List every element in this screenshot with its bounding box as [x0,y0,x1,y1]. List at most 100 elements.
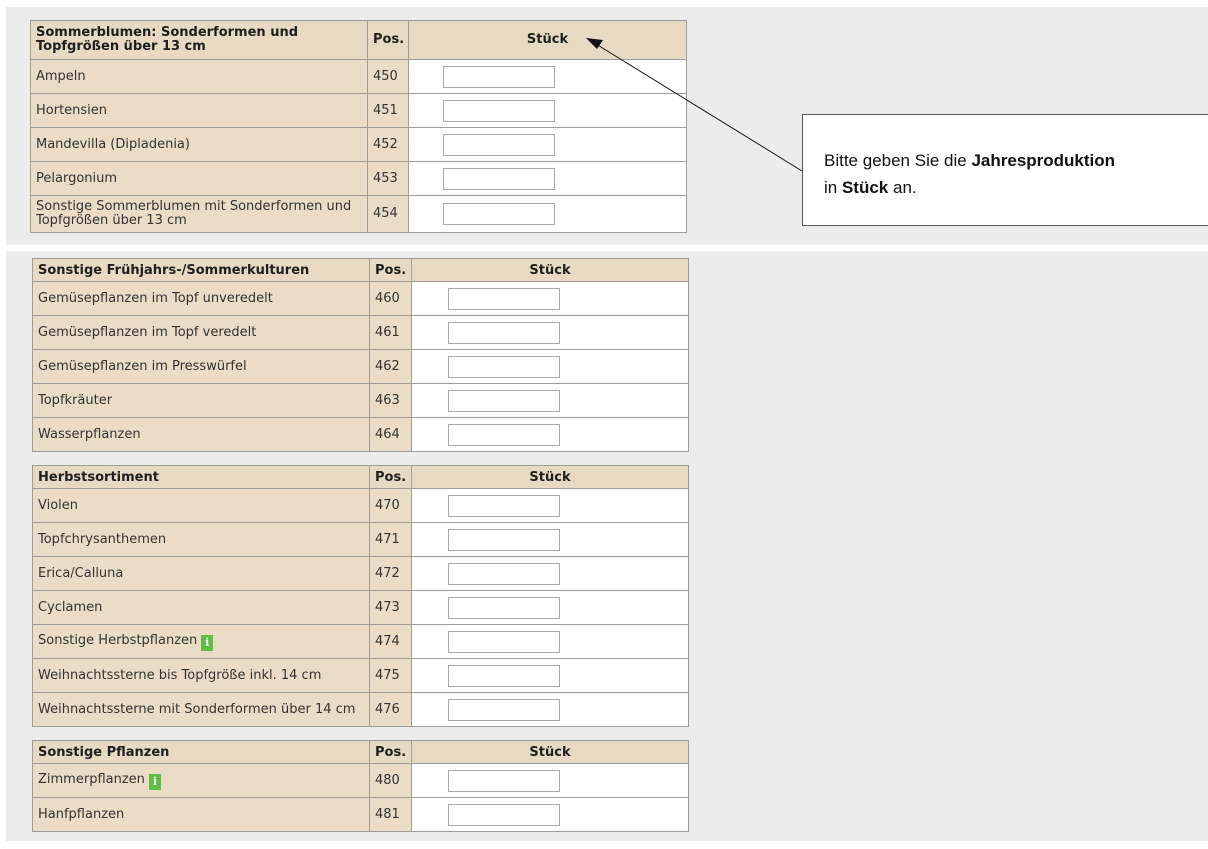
row-pos: 453 [367,161,409,196]
table-row: Pelargonium 453 [30,161,687,196]
row-pos: 476 [369,692,412,727]
row-pos: 461 [369,315,412,350]
row-label: Gemüsepflanzen im Topf veredelt [32,315,370,350]
row-pos: 473 [369,590,412,625]
row-pos: 464 [369,417,412,452]
quantity-input-472[interactable] [448,562,560,585]
row-pos: 452 [367,127,409,162]
quantity-input-481[interactable] [448,803,560,826]
quantity-header: Stück [411,258,689,282]
table-row: Zimmerpflanzen i 480 [32,763,689,798]
quantity-input-450[interactable] [443,65,555,88]
table-herbstsortiment: Herbstsortiment Pos. Stück Violen 470 To… [32,465,689,727]
row-pos: 460 [369,281,412,316]
table-row: Gemüsepflanzen im Topf veredelt 461 [32,315,689,350]
quantity-input-453[interactable] [443,167,555,190]
row-label: Cyclamen [32,590,370,625]
row-pos: 463 [369,383,412,418]
table-fruehjahr-sommer: Sonstige Frühjahrs-/Sommerkulturen Pos. … [32,258,689,452]
table-title: Sommerblumen: Sonderformen und Topfgröße… [30,20,368,60]
info-icon[interactable]: i [201,634,214,651]
table-row: Topfchrysanthemen 471 [32,522,689,557]
row-label: Ampeln [30,59,368,94]
row-pos: 462 [369,349,412,384]
row-label: Zimmerpflanzen [38,771,145,787]
pos-header: Pos. [367,20,409,60]
row-label: Gemüsepflanzen im Presswürfel [32,349,370,384]
quantity-input-454[interactable] [443,203,555,225]
quantity-input-460[interactable] [448,287,560,310]
table-row: Ampeln 450 [30,59,687,94]
quantity-header: Stück [411,465,689,489]
quantity-input-462[interactable] [448,355,560,378]
row-label: Weihnachtssterne bis Topfgröße inkl. 14 … [32,658,370,693]
row-pos: 472 [369,556,412,591]
row-label: Sonstige Sommerblumen mit Sonderformen u… [30,195,368,233]
row-pos: 454 [367,195,409,233]
note-bold-text: Stück [841,178,889,197]
table-sommerblumen: Sommerblumen: Sonderformen und Topfgröße… [30,20,687,233]
row-label: Violen [32,488,370,523]
quantity-input-480[interactable] [448,769,560,792]
table-row: Cyclamen 473 [32,590,689,625]
row-label: Weihnachtssterne mit Sonderformen über 1… [32,692,370,727]
table-row: Sonstige Sommerblumen mit Sonderformen u… [30,195,687,233]
table-row: Weihnachtssterne mit Sonderformen über 1… [32,692,689,727]
pos-header: Pos. [369,740,412,764]
quantity-header: Stück [411,740,689,764]
pos-header: Pos. [369,465,412,489]
table-row: Hanfpflanzen 481 [32,797,689,832]
quantity-input-471[interactable] [448,528,560,551]
row-pos: 480 [369,763,412,798]
pos-header: Pos. [369,258,412,282]
row-pos: 450 [367,59,409,94]
quantity-input-464[interactable] [448,423,560,446]
table-title: Herbstsortiment [32,465,370,489]
row-pos: 451 [367,93,409,128]
quantity-input-470[interactable] [448,494,560,517]
table-row: Weihnachtssterne bis Topfgröße inkl. 14 … [32,658,689,693]
row-pos: 471 [369,522,412,557]
quantity-input-473[interactable] [448,596,560,619]
row-label: Erica/Calluna [32,556,370,591]
row-pos: 481 [369,797,412,832]
row-pos: 470 [369,488,412,523]
table-row: Wasserpflanzen 464 [32,417,689,452]
note-text: in [824,178,842,197]
table-row: Hortensien 451 [30,93,687,128]
table-row: Sonstige Herbstpflanzen i 474 [32,624,689,659]
table-row: Erica/Calluna 472 [32,556,689,591]
row-pos: 475 [369,658,412,693]
row-label: Pelargonium [30,161,368,196]
row-label: Mandevilla (Dipladenia) [30,127,368,162]
row-label-cell: Sonstige Herbstpflanzen i [32,624,370,659]
quantity-header: Stück [408,20,687,60]
quantity-input-475[interactable] [448,664,560,687]
quantity-input-452[interactable] [443,133,555,156]
quantity-input-474[interactable] [448,630,560,653]
table-row: Gemüsepflanzen im Topf unveredelt 460 [32,281,689,316]
info-icon[interactable]: i [148,773,161,790]
table-title: Sonstige Pflanzen [32,740,370,764]
table-row: Topfkräuter 463 [32,383,689,418]
note-text: an. [888,178,917,197]
row-label: Topfkräuter [32,383,370,418]
table-row: Gemüsepflanzen im Presswürfel 462 [32,349,689,384]
note-bold-text: Jahresproduktion [971,151,1116,170]
note-text: Bitte geben Sie die [824,151,972,170]
row-label: Gemüsepflanzen im Topf unveredelt [32,281,370,316]
quantity-input-461[interactable] [448,321,560,344]
row-label: Hanfpflanzen [32,797,370,832]
row-label: Sonstige Herbstpflanzen [38,632,198,648]
row-pos: 474 [369,624,412,659]
annotation-callout: Bitte geben Sie die Jahresproduktion in … [802,114,1208,226]
quantity-input-463[interactable] [448,389,560,412]
row-label-cell: Zimmerpflanzen i [32,763,370,798]
quantity-input-476[interactable] [448,698,560,721]
table-row: Violen 470 [32,488,689,523]
table-row: Mandevilla (Dipladenia) 452 [30,127,687,162]
quantity-input-451[interactable] [443,99,555,122]
row-label: Hortensien [30,93,368,128]
row-label: Topfchrysanthemen [32,522,370,557]
table-title: Sonstige Frühjahrs-/Sommerkulturen [32,258,370,282]
